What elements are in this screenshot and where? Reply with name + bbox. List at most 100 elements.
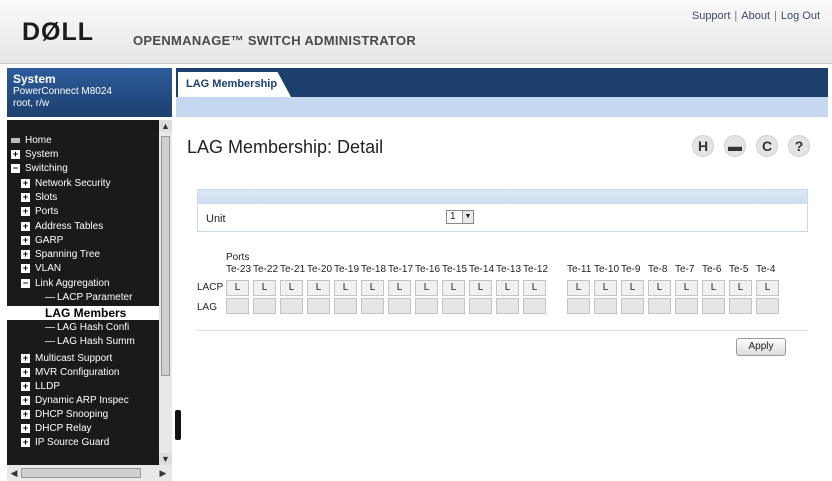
lag-cell[interactable] — [307, 298, 330, 314]
lacp-cell[interactable]: L — [361, 280, 384, 296]
expand-icon[interactable]: + — [11, 149, 20, 159]
lacp-cell[interactable]: L — [334, 280, 357, 296]
expand-icon[interactable]: + — [21, 178, 30, 188]
lag-cell[interactable] — [621, 298, 644, 314]
expand-icon[interactable]: + — [21, 263, 30, 273]
lacp-cell[interactable]: L — [729, 280, 752, 296]
chevron-down-icon[interactable]: ▼ — [462, 211, 473, 223]
nav-item-lag-hash-summ[interactable]: LAG Hash Summ — [45, 335, 135, 348]
lag-cell[interactable] — [388, 298, 411, 314]
scroll-left-icon[interactable]: ◀ — [8, 467, 20, 479]
nav-scroll-thumb[interactable] — [161, 136, 170, 376]
expand-icon[interactable]: + — [21, 423, 30, 433]
lacp-cell[interactable]: L — [280, 280, 303, 296]
lacp-cell[interactable]: L — [415, 280, 438, 296]
expand-icon[interactable]: + — [21, 409, 30, 419]
lag-cell[interactable] — [415, 298, 438, 314]
refresh-icon[interactable]: C — [756, 135, 778, 157]
lacp-cell[interactable]: L — [469, 280, 492, 296]
nav-item-address-tables[interactable]: + Address Tables — [21, 220, 103, 233]
lag-cell[interactable] — [253, 298, 276, 314]
support-link[interactable]: Support — [692, 10, 731, 22]
lag-cell[interactable] — [756, 298, 779, 314]
expand-icon[interactable]: + — [21, 395, 30, 405]
nav-item-switching[interactable]: − Switching — [11, 162, 68, 175]
expand-icon[interactable]: + — [21, 367, 30, 377]
lag-cell[interactable] — [523, 298, 546, 314]
collapse-icon[interactable]: − — [11, 163, 20, 173]
expand-icon[interactable]: + — [21, 249, 30, 259]
lacp-cell[interactable]: L — [307, 280, 330, 296]
lag-cell[interactable] — [361, 298, 384, 314]
nav-item-lag-members[interactable]: LAG Members — [7, 306, 159, 320]
panel-splitter[interactable] — [175, 410, 181, 440]
lacp-cell[interactable]: L — [496, 280, 519, 296]
nav-item-dynamic-arp-inspec[interactable]: + Dynamic ARP Inspec — [21, 394, 129, 407]
expand-icon[interactable]: + — [21, 353, 30, 363]
lag-cell[interactable] — [226, 298, 249, 314]
lag-cell[interactable] — [648, 298, 671, 314]
nav-item-lag-hash-confi[interactable]: LAG Hash Confi — [45, 321, 129, 334]
lag-cell[interactable] — [280, 298, 303, 314]
nav-item-vlan[interactable]: + VLAN — [21, 262, 61, 275]
nav-item-lacp-parameter[interactable]: LACP Parameter — [45, 291, 132, 304]
lacp-cell[interactable]: L — [253, 280, 276, 296]
lacp-cell[interactable]: L — [442, 280, 465, 296]
nav-horizontal-scrollbar[interactable]: ◀ ▶ — [7, 465, 172, 481]
help-icon[interactable]: ? — [788, 135, 810, 157]
lacp-cell[interactable]: L — [702, 280, 725, 296]
expand-icon[interactable]: + — [21, 192, 30, 202]
nav-item-spanning-tree[interactable]: + Spanning Tree — [21, 248, 100, 261]
lacp-cell[interactable]: L — [594, 280, 617, 296]
nav-item-lldp[interactable]: + LLDP — [21, 380, 60, 393]
lag-cell[interactable] — [729, 298, 752, 314]
nav-item-ip-source-guard[interactable]: + IP Source Guard — [21, 436, 109, 449]
nav-item-home[interactable]: Home — [11, 134, 52, 147]
lacp-cell[interactable]: L — [388, 280, 411, 296]
lag-cell[interactable] — [442, 298, 465, 314]
nav-item-multicast-support[interactable]: + Multicast Support — [21, 352, 112, 365]
print-icon[interactable]: ▬ — [724, 135, 746, 157]
lag-cell[interactable] — [469, 298, 492, 314]
collapse-icon[interactable]: − — [21, 278, 30, 288]
nav-item-dhcp-relay[interactable]: + DHCP Relay — [21, 422, 92, 435]
expand-icon[interactable]: + — [21, 437, 30, 447]
nav-item-network-security[interactable]: + Network Security — [21, 177, 111, 190]
nav-item-garp[interactable]: + GARP — [21, 234, 63, 247]
logout-link[interactable]: Log Out — [781, 10, 820, 22]
tree-connector — [45, 340, 55, 342]
lag-cell[interactable] — [567, 298, 590, 314]
lag-cell[interactable] — [675, 298, 698, 314]
nav-vertical-scrollbar[interactable]: ▲ ▼ — [159, 120, 172, 465]
lacp-cell[interactable]: L — [648, 280, 671, 296]
lacp-cell[interactable]: L — [567, 280, 590, 296]
tab-lag-membership[interactable]: LAG Membership — [178, 72, 292, 97]
nav-item-dhcp-snooping[interactable]: + DHCP Snooping — [21, 408, 108, 421]
lag-cell[interactable] — [594, 298, 617, 314]
lag-cell[interactable] — [496, 298, 519, 314]
nav-item-system[interactable]: + System — [11, 148, 58, 161]
scroll-down-icon[interactable]: ▼ — [159, 453, 172, 465]
nav-item-ports[interactable]: + Ports — [21, 205, 58, 218]
apply-button[interactable]: Apply — [736, 338, 786, 356]
lacp-cell[interactable]: L — [675, 280, 698, 296]
lacp-cell[interactable]: L — [756, 280, 779, 296]
nav-item-link-aggregation[interactable]: − Link Aggregation — [21, 277, 110, 290]
expand-icon[interactable]: + — [21, 221, 30, 231]
expand-icon[interactable]: + — [21, 235, 30, 245]
expand-icon[interactable]: + — [21, 381, 30, 391]
save-icon[interactable]: H — [692, 135, 714, 157]
expand-icon[interactable]: + — [21, 206, 30, 216]
lacp-cell[interactable]: L — [621, 280, 644, 296]
about-link[interactable]: About — [741, 10, 770, 22]
lacp-cell[interactable]: L — [226, 280, 249, 296]
nav-hscroll-thumb[interactable] — [21, 468, 141, 478]
lag-cell[interactable] — [334, 298, 357, 314]
nav-item-slots[interactable]: + Slots — [21, 191, 57, 204]
lacp-cell[interactable]: L — [523, 280, 546, 296]
unit-select[interactable]: 1 ▼ — [446, 210, 474, 224]
nav-item-mvr-configuration[interactable]: + MVR Configuration — [21, 366, 119, 379]
scroll-up-icon[interactable]: ▲ — [159, 120, 172, 132]
lag-cell[interactable] — [702, 298, 725, 314]
scroll-right-icon[interactable]: ▶ — [157, 467, 169, 479]
